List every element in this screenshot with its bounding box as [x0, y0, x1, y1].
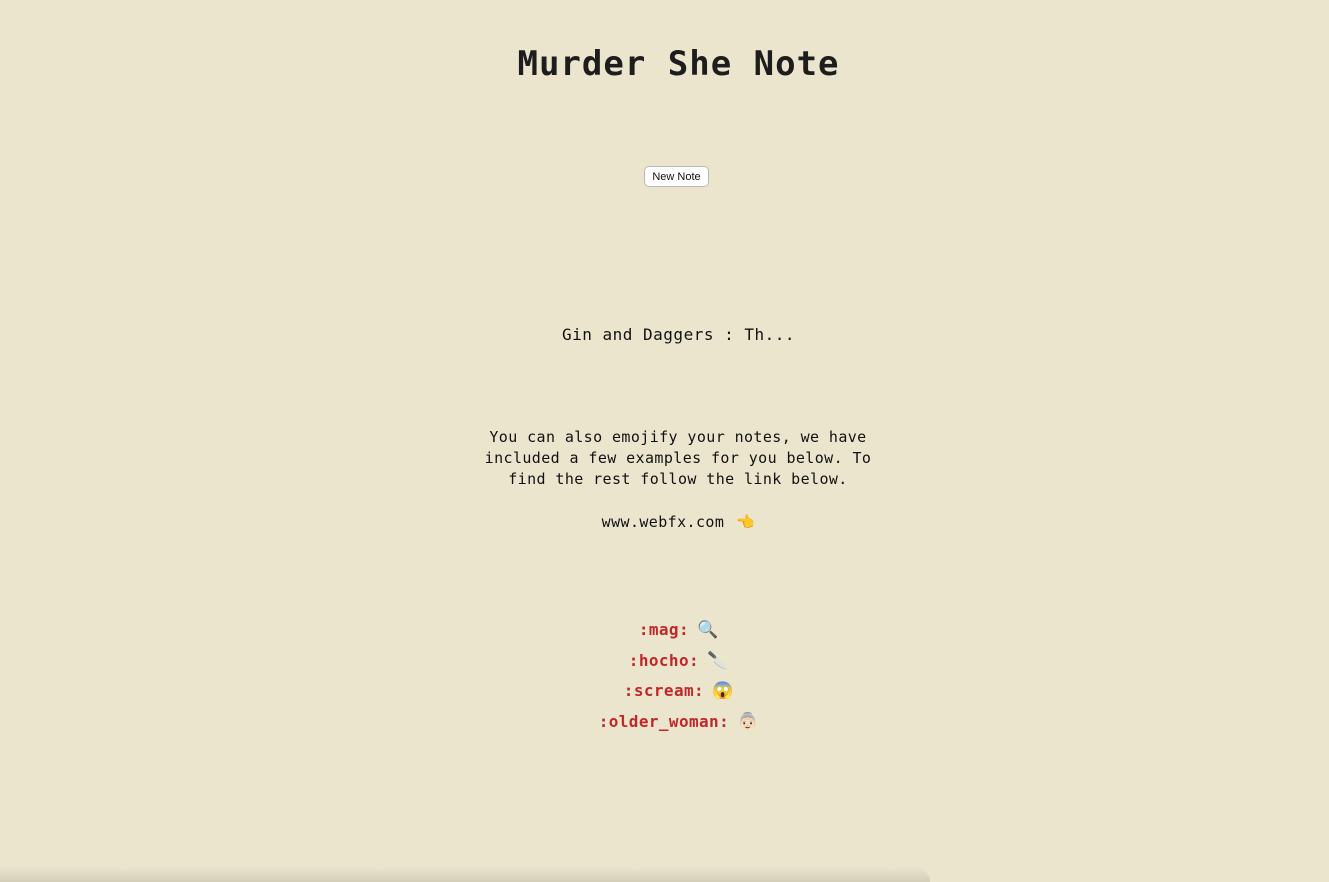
backhand-index-pointing-left-icon: 👈 — [736, 513, 756, 531]
page-title: Murder She Note — [517, 44, 840, 84]
window-bottom-shadow — [0, 866, 930, 882]
screaming-face-icon: 😱 — [712, 681, 734, 701]
older-woman-icon: 👵🏻 — [737, 711, 759, 732]
emoji-example-item: :hocho: 🔪 — [0, 650, 1329, 681]
emoji-code: :older_woman: — [598, 711, 730, 731]
note-list-item[interactable]: Gin and Daggers : Th... — [0, 325, 1329, 344]
emoji-reference-link-row: www.webfx.com 👈 — [0, 513, 1329, 531]
emoji-code: :scream: — [623, 681, 705, 700]
emoji-example-item: :mag: 🔍 — [0, 619, 1329, 650]
emoji-code: :hocho: — [628, 650, 700, 670]
emoji-example-item: :older_woman: 👵🏻 — [0, 711, 1329, 742]
emoji-reference-link[interactable]: www.webfx.com — [602, 513, 725, 531]
emoji-code: :mag: — [638, 620, 689, 639]
emoji-help-text: You can also emojify your notes, we have… — [484, 428, 872, 488]
new-note-button[interactable]: New Note — [644, 166, 709, 187]
kitchen-knife-icon: 🔪 — [707, 650, 729, 671]
magnifying-glass-icon: 🔍 — [697, 620, 719, 640]
emoji-example-item: :scream: 😱 — [0, 680, 1329, 711]
emoji-examples-list: :mag: 🔍 :hocho: 🔪 :scream: 😱 :older_woman: 👵… — [0, 619, 1329, 741]
